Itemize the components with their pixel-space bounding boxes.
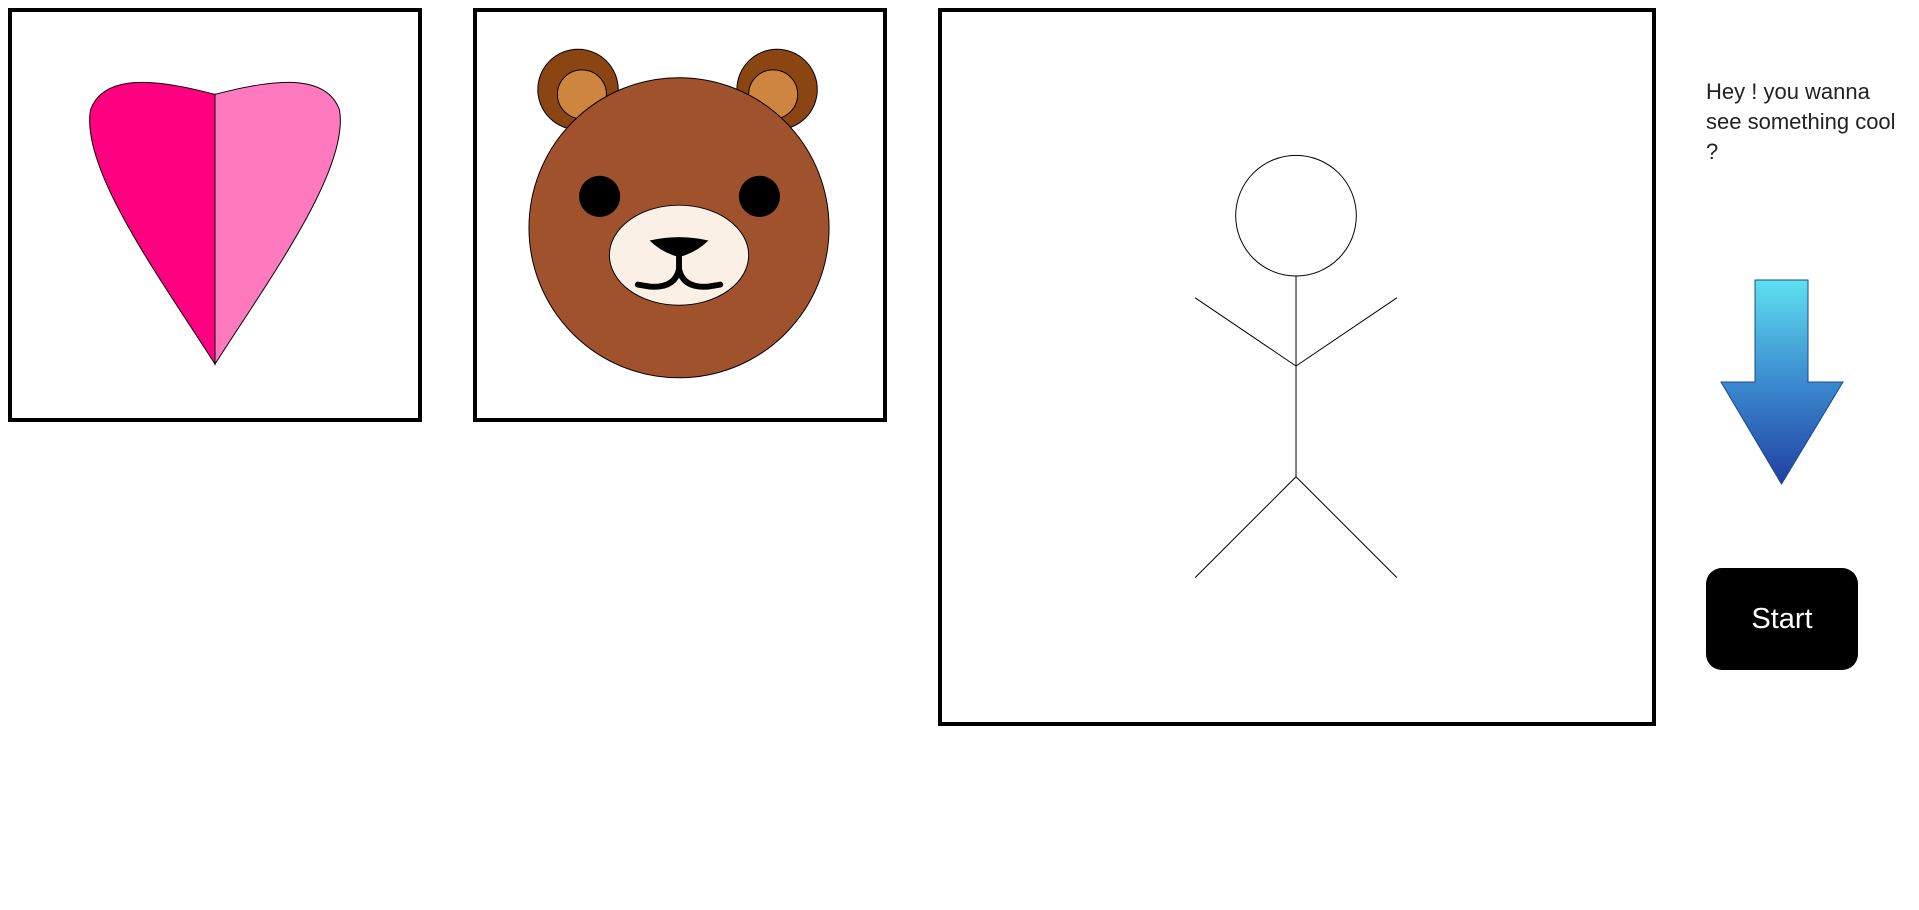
arrow-down-icon <box>1720 279 1844 485</box>
bear-left-eye <box>578 175 621 217</box>
prompt-text: Hey ! you wanna see something cool ? <box>1706 79 1896 164</box>
bear-panel <box>473 8 887 422</box>
heart-left-half <box>89 81 216 366</box>
heart-right-half <box>214 81 341 366</box>
stick-figure-icon <box>1194 154 1398 578</box>
bear-right-eye <box>738 175 781 217</box>
bear-face-icon <box>528 48 830 379</box>
stick-figure-left-leg <box>1194 476 1297 578</box>
heart-panel <box>8 8 422 422</box>
stick-figure-head <box>1235 154 1357 277</box>
start-button[interactable]: Start <box>1706 568 1858 670</box>
stick-figure-right-leg <box>1295 476 1398 578</box>
stick-figure-left-arm <box>1194 297 1297 367</box>
heart-icon <box>89 81 341 366</box>
stick-figure-right-arm <box>1295 297 1398 367</box>
stick-figure-panel <box>938 8 1656 726</box>
